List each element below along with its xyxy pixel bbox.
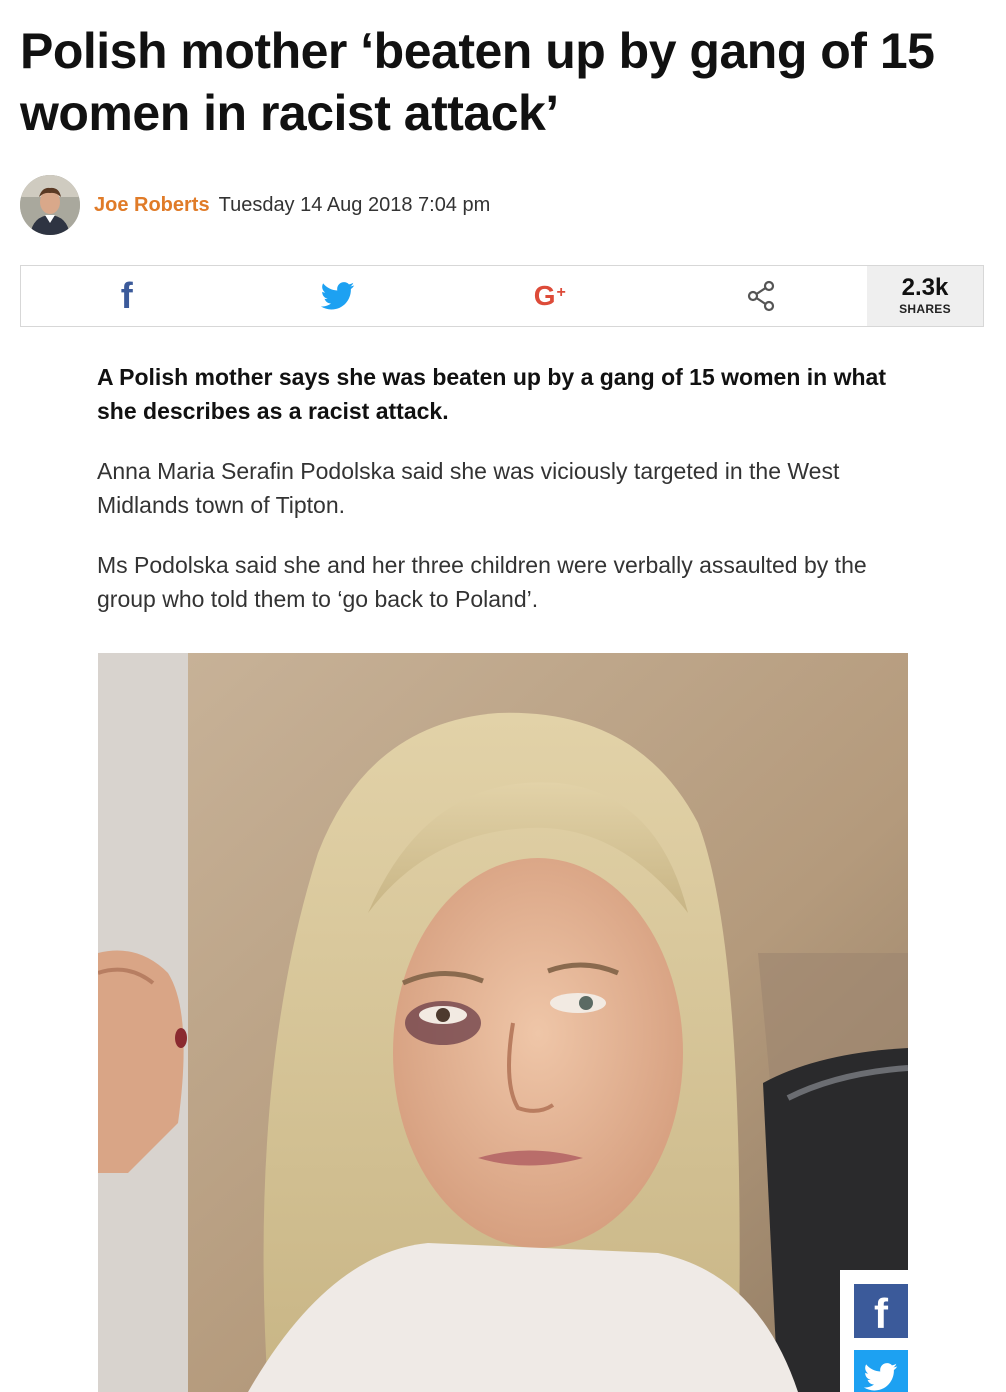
facebook-icon: f	[120, 275, 133, 316]
article-lede: A Polish mother says she was beaten up b…	[97, 364, 886, 424]
more-share-button[interactable]	[656, 266, 868, 326]
article-headline: Polish mother ‘beaten up by gang of 15 w…	[20, 23, 935, 141]
author-avatar-image	[20, 175, 80, 235]
article-photo	[98, 653, 908, 1392]
google-plus-plus: +	[556, 284, 566, 301]
twitter-icon	[321, 282, 355, 310]
twitter-share-button[interactable]	[233, 266, 445, 326]
floating-facebook-button[interactable]: f	[854, 1284, 908, 1338]
google-plus-glyph: G	[533, 280, 556, 311]
share-count-label: SHARES	[899, 302, 951, 316]
author-avatar[interactable]	[20, 175, 80, 235]
share-bar: f G+ 2.3k SHARES	[20, 265, 984, 327]
floating-share-panel: f	[840, 1270, 908, 1392]
article-photo-image	[98, 653, 908, 1392]
article-paragraph: Ms Podolska said she and her three child…	[97, 552, 867, 612]
share-count: 2.3k SHARES	[867, 266, 983, 326]
article-paragraph: Anna Maria Serafin Podolska said she was…	[97, 458, 840, 518]
share-icon	[748, 280, 775, 312]
facebook-icon: f	[874, 1290, 888, 1337]
byline: Joe Roberts Tuesday 14 Aug 2018 7:04 pm	[20, 174, 490, 236]
article-page: Polish mother ‘beaten up by gang of 15 w…	[0, 0, 1006, 1392]
google-plus-share-button[interactable]: G+	[444, 266, 656, 326]
google-plus-icon: G+	[534, 282, 566, 310]
publish-date: Tuesday 14 Aug 2018 7:04 pm	[218, 193, 491, 216]
twitter-icon	[864, 1363, 898, 1391]
article-body: A Polish mother says she was beaten up b…	[97, 360, 897, 642]
floating-twitter-button[interactable]	[854, 1350, 908, 1392]
facebook-share-button[interactable]: f	[21, 266, 233, 326]
author-link[interactable]: Joe Roberts	[94, 194, 210, 217]
share-count-number: 2.3k	[901, 274, 949, 301]
